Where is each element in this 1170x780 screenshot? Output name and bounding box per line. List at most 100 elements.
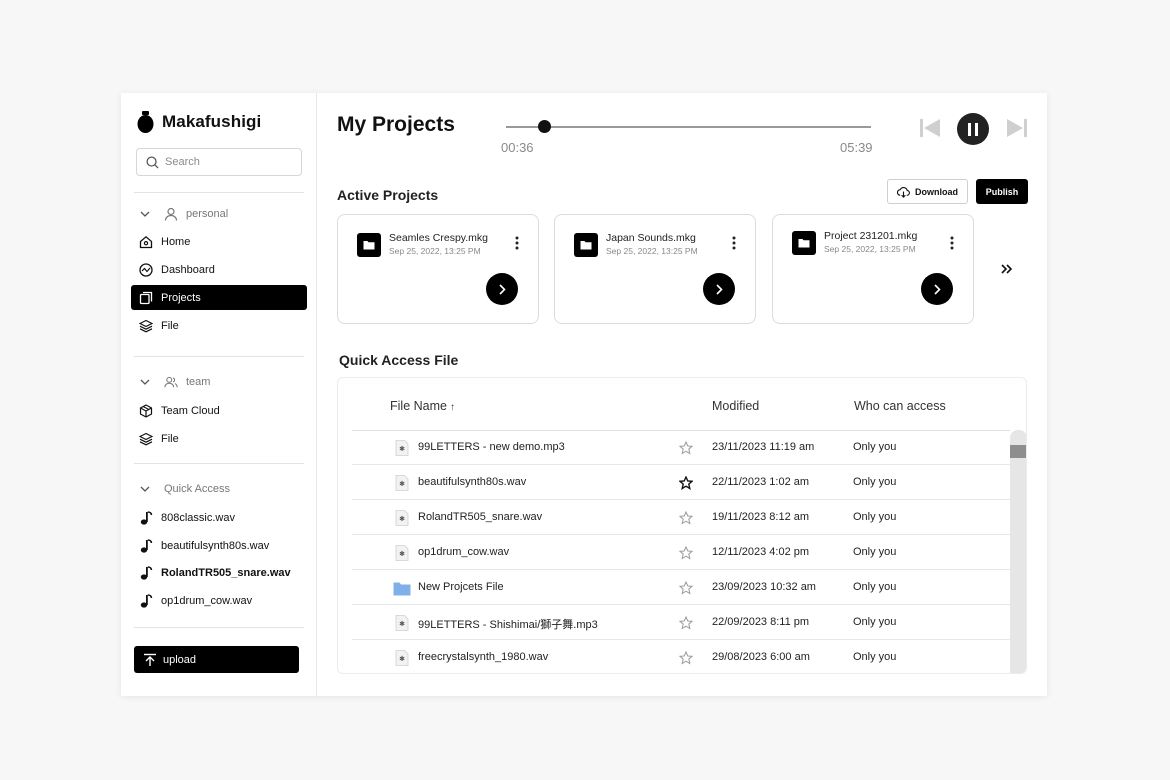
user-icon	[164, 207, 178, 221]
more-options-icon[interactable]	[509, 236, 525, 252]
project-date: Sep 25, 2022, 13:25 PM	[606, 246, 698, 256]
table-row[interactable]: New Projcets File 23/09/2023 10:32 am Only…	[352, 570, 1010, 605]
svg-text:✱: ✱	[399, 445, 405, 453]
skip-next-icon[interactable]	[1007, 119, 1027, 137]
layers-icon	[139, 432, 153, 446]
quick-access-item[interactable]: op1drum_cow.wav	[131, 588, 307, 613]
group-team[interactable]: team	[139, 373, 210, 391]
table-row[interactable]: ✱ 99LETTERS - new demo.mp3 23/11/2023 11:1…	[352, 430, 1010, 465]
table-row[interactable]: ✱ op1drum_cow.wav 12/11/2023 4:02 pm Only y…	[352, 535, 1010, 570]
modified-date: 19/11/2023 8:12 am	[712, 511, 810, 523]
upload-icon	[144, 653, 156, 666]
publish-button[interactable]: Publish	[976, 179, 1028, 204]
audio-file-icon: ✱	[395, 650, 409, 666]
quick-access-label: beautifulsynth80s.wav	[161, 539, 270, 552]
sidebar-item-label: Dashboard	[161, 263, 215, 276]
project-card[interactable]: Seamles Crespy.mkg Sep 25, 2022, 13:25 P…	[337, 214, 539, 324]
quick-access-item[interactable]: 808classic.wav	[131, 505, 307, 530]
projects-icon	[139, 291, 153, 305]
sidebar-item-label: File	[161, 319, 179, 332]
project-date: Sep 25, 2022, 13:25 PM	[824, 244, 916, 254]
playback-progress-track[interactable]	[506, 126, 871, 128]
table-row[interactable]: ✱ 99LETTERS - Shishimai/獅子舞.mp3 22/09/2023…	[352, 605, 1010, 640]
sidebar-item-label: Team Cloud	[161, 404, 220, 417]
open-project-button[interactable]	[921, 273, 953, 305]
access-level: Only you	[853, 581, 897, 593]
divider	[134, 463, 304, 464]
access-level: Only you	[853, 546, 897, 558]
team-icon	[164, 376, 178, 388]
file-name: freecrystalsynth_1980.wav	[418, 651, 549, 663]
more-options-icon[interactable]	[726, 236, 742, 252]
open-project-button[interactable]	[703, 273, 735, 305]
dashboard-icon	[139, 262, 153, 277]
modified-date: 29/08/2023 6:00 am	[712, 651, 810, 663]
search-icon	[146, 155, 159, 169]
group-label-personal: personal	[186, 208, 229, 220]
project-name: Project 231201.mkg	[824, 230, 918, 242]
skip-previous-icon[interactable]	[920, 119, 940, 137]
sidebar-item-home[interactable]: Home	[131, 229, 307, 254]
pause-button[interactable]	[957, 113, 989, 145]
search-input[interactable]: Search	[136, 148, 302, 176]
file-name: New Projcets File	[418, 581, 504, 593]
publish-label: Publish	[985, 186, 1019, 197]
column-header-access[interactable]: Who can access	[854, 399, 946, 413]
upload-button[interactable]: upload	[134, 646, 299, 673]
elapsed-time: 00:36	[501, 140, 534, 155]
sidebar-item-dashboard[interactable]: Dashboard	[131, 257, 307, 282]
page-title: My Projects	[337, 113, 455, 136]
audio-file-icon: ✱	[395, 475, 409, 491]
sidebar-item-team-cloud[interactable]: Team Cloud	[131, 398, 307, 423]
double-chevron-right-icon[interactable]	[1000, 262, 1014, 276]
more-options-icon[interactable]	[944, 236, 960, 252]
column-header-modified[interactable]: Modified	[712, 399, 759, 413]
table-scrollbar-thumb[interactable]	[1010, 445, 1026, 458]
quick-access-item[interactable]: beautifulsynth80s.wav	[131, 533, 307, 558]
home-icon	[139, 235, 153, 249]
table-row[interactable]: ✱ RolandTR505_snare.wav 19/11/2023 8:12 am…	[352, 500, 1010, 535]
chevron-right-icon	[716, 283, 723, 295]
star-icon[interactable]	[678, 440, 694, 455]
column-label: File Name	[390, 399, 447, 413]
column-header-file-name[interactable]: File Name ↑	[390, 399, 455, 413]
star-icon[interactable]	[678, 510, 694, 525]
sidebar-item-team-file[interactable]: File	[131, 426, 307, 451]
project-card[interactable]: Japan Sounds.mkg Sep 25, 2022, 13:25 PM	[554, 214, 756, 324]
svg-text:✱: ✱	[399, 620, 405, 628]
group-quick-access[interactable]: Quick Access	[139, 480, 230, 498]
main-content: My Projects 00:36 05:39 Active Projects …	[317, 93, 1047, 696]
file-name: RolandTR505_snare.wav	[418, 511, 543, 523]
star-icon[interactable]	[678, 615, 694, 630]
modified-date: 23/09/2023 10:32 am	[712, 581, 816, 593]
star-icon[interactable]	[678, 545, 694, 560]
sidebar-item-projects[interactable]: Projects	[131, 285, 307, 310]
quick-access-item[interactable]: RolandTR505_snare.wav	[131, 560, 307, 585]
access-level: Only you	[853, 616, 897, 628]
folder-icon	[357, 233, 381, 257]
cloud-download-icon	[897, 186, 910, 198]
app-name: Makafushigi	[162, 112, 262, 131]
star-filled-icon[interactable]	[678, 475, 694, 490]
star-icon[interactable]	[678, 650, 694, 665]
file-name: 99LETTERS - new demo.mp3	[418, 441, 565, 453]
playback-progress-knob[interactable]	[538, 120, 552, 133]
table-row[interactable]: ✱ freecrystalsynth_1980.wav 29/08/2023 6:0…	[352, 640, 1010, 673]
star-icon[interactable]	[678, 580, 694, 595]
open-project-button[interactable]	[486, 273, 518, 305]
audio-file-icon: ✱	[395, 545, 409, 561]
project-card[interactable]: Project 231201.mkg Sep 25, 2022, 13:25 P…	[772, 214, 974, 324]
chevron-right-icon	[934, 283, 941, 295]
file-name: op1drum_cow.wav	[418, 546, 510, 558]
sidebar-item-file[interactable]: File	[131, 313, 307, 338]
download-button[interactable]: Download	[887, 179, 968, 204]
group-personal[interactable]: personal	[139, 205, 228, 223]
project-name: Seamles Crespy.mkg	[389, 232, 489, 244]
sidebar-item-label: Home	[161, 235, 191, 248]
music-note-icon	[139, 538, 153, 553]
access-level: Only you	[853, 476, 897, 488]
svg-text:✱: ✱	[399, 655, 405, 663]
table-row[interactable]: ✱ beautifulsynth80s.wav 22/11/2023 1:02 am…	[352, 465, 1010, 500]
table-scrollbar[interactable]	[1010, 430, 1026, 673]
chevron-down-icon	[140, 211, 150, 217]
